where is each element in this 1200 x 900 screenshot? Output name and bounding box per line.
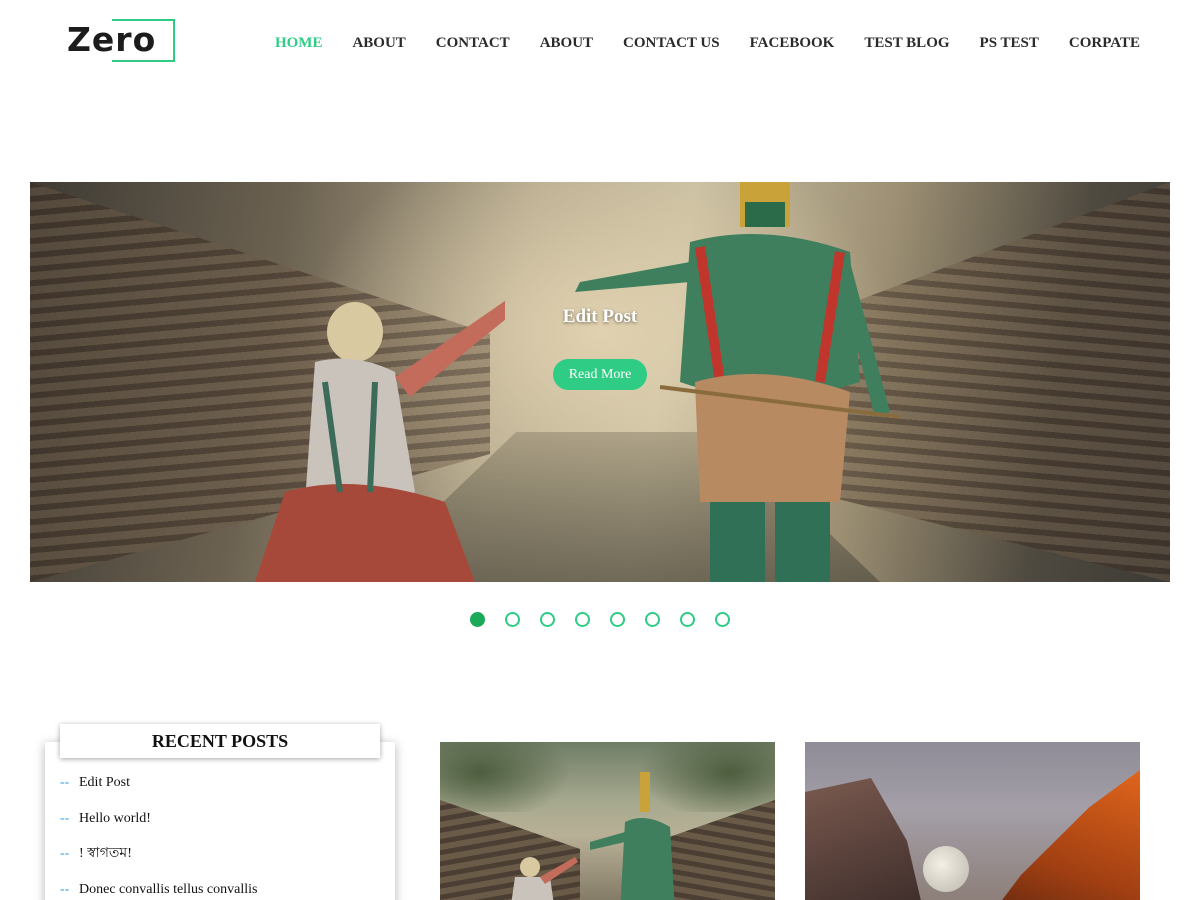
list-item[interactable]: -- ! স্বাগতম! — [60, 845, 257, 881]
site-header: Zero HOME ABOUT CONTACT ABOUT CONTACT US… — [0, 0, 1200, 86]
nav-item-about[interactable]: ABOUT — [337, 33, 420, 53]
nav-item-about-2[interactable]: ABOUT — [525, 33, 608, 53]
slider-dot-1[interactable] — [470, 612, 485, 627]
post-link[interactable]: Donec convallis tellus convallis — [79, 881, 257, 900]
post-thumbnail-moon[interactable] — [805, 742, 1140, 900]
post-bullet: -- — [60, 775, 70, 790]
slider-dot-2[interactable] — [505, 612, 520, 627]
post-bullet: -- — [60, 846, 70, 861]
slider-dot-8[interactable] — [715, 612, 730, 627]
slider-dot-6[interactable] — [645, 612, 660, 627]
read-more-button[interactable]: Read More — [553, 359, 647, 390]
list-item[interactable]: -- Donec convallis tellus convallis — [60, 881, 257, 900]
recent-posts-widget: RECENT POSTS -- Edit Post -- Hello world… — [45, 724, 395, 900]
dancer-left-figure — [255, 300, 505, 582]
post-thumbnail-dancers[interactable] — [440, 742, 775, 900]
slider-dot-7[interactable] — [680, 612, 695, 627]
nav-item-ps-test[interactable]: PS TEST — [965, 33, 1054, 53]
nav-item-test-blog[interactable]: TEST BLOG — [849, 33, 964, 53]
slider-dot-4[interactable] — [575, 612, 590, 627]
logo-text: Zero — [67, 20, 157, 59]
recent-posts-list: -- Edit Post -- Hello world! -- ! স্বাগত… — [60, 774, 257, 900]
nav-item-facebook[interactable]: FACEBOOK — [735, 33, 850, 53]
site-logo[interactable]: Zero — [66, 19, 176, 63]
slider-dot-5[interactable] — [610, 612, 625, 627]
post-bullet: -- — [60, 881, 70, 897]
thumb-rock-left — [805, 778, 925, 900]
thumb-moon — [923, 846, 969, 892]
slider-pagination — [470, 612, 730, 627]
slide-title[interactable]: Edit Post — [30, 306, 1170, 328]
nav-item-corpate[interactable]: CORPATE — [1054, 33, 1155, 53]
thumb-dancers-figure — [511, 772, 675, 900]
nav-item-home[interactable]: HOME — [260, 33, 338, 53]
list-item[interactable]: -- Hello world! — [60, 810, 257, 846]
thumb-rock-right — [987, 770, 1140, 900]
post-link[interactable]: Edit Post — [79, 774, 130, 810]
list-item[interactable]: -- Edit Post — [60, 774, 257, 810]
slider-dot-3[interactable] — [540, 612, 555, 627]
nav-item-contact[interactable]: CONTACT — [421, 33, 525, 53]
recent-posts-title: RECENT POSTS — [60, 724, 380, 758]
post-link[interactable]: ! স্বাগতম! — [79, 845, 132, 881]
main-nav: HOME ABOUT CONTACT ABOUT CONTACT US FACE… — [260, 33, 1155, 53]
hero-slider: Edit Post Read More — [30, 182, 1170, 582]
nav-item-contact-us[interactable]: CONTACT US — [608, 33, 735, 53]
post-bullet: -- — [60, 810, 70, 826]
post-link[interactable]: Hello world! — [79, 810, 151, 846]
